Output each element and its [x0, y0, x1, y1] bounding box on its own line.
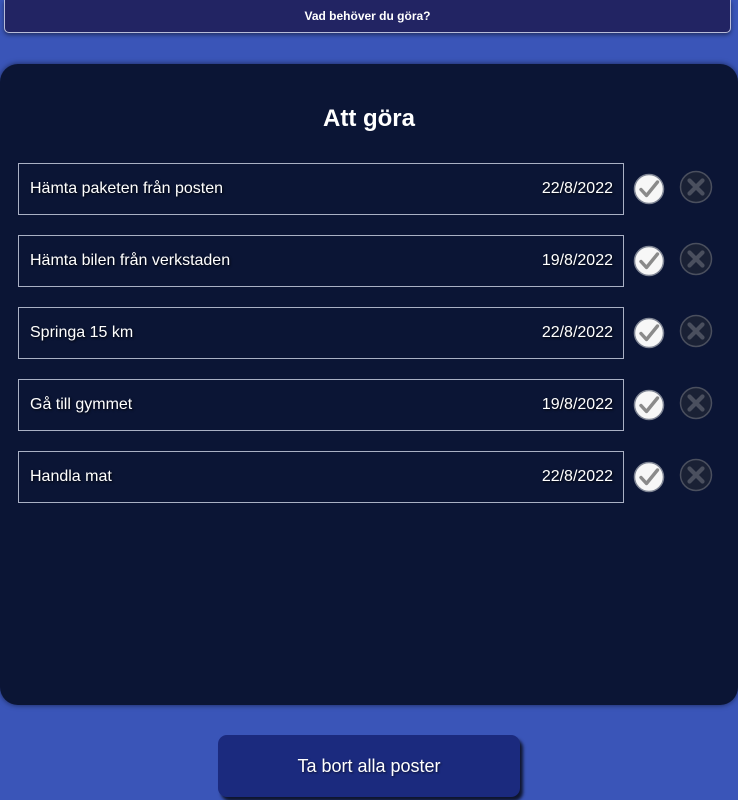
clear-all-button[interactable]: Ta bort alla poster: [218, 735, 520, 797]
todo-item-date: 22/8/2022: [541, 324, 613, 341]
todo-item-date: 19/8/2022: [541, 252, 613, 269]
todo-item-box[interactable]: Gå till gymmet 19/8/2022: [18, 379, 624, 431]
todo-item-date: 22/8/2022: [541, 468, 613, 485]
todo-item-text: Gå till gymmet: [30, 396, 133, 413]
todo-item-text: Hämta paketen från posten: [30, 180, 224, 197]
todo-item-text: Springa 15 km: [30, 324, 134, 341]
todo-item: Hämta paketen från posten 22/8/2022: [0, 163, 738, 215]
close-circle-icon[interactable]: [679, 386, 713, 420]
todo-item-date: 19/8/2022: [541, 396, 613, 413]
todo-item-box[interactable]: Springa 15 km 22/8/2022: [18, 307, 624, 359]
check-circle-icon[interactable]: [633, 173, 665, 205]
todo-item-text: Handla mat: [30, 468, 112, 485]
todo-item: Handla mat 22/8/2022: [0, 451, 738, 503]
close-circle-icon[interactable]: [679, 170, 713, 204]
todo-item: Gå till gymmet 19/8/2022: [0, 379, 738, 431]
check-circle-icon[interactable]: [633, 389, 665, 421]
todo-item-box[interactable]: Handla mat 22/8/2022: [18, 451, 624, 503]
close-circle-icon[interactable]: [679, 458, 713, 492]
new-task-input[interactable]: [4, 0, 731, 33]
todo-item-box[interactable]: Hämta bilen från verkstaden 19/8/2022: [18, 235, 624, 287]
page-title: Att göra: [323, 105, 415, 132]
check-circle-icon[interactable]: [633, 461, 665, 493]
todo-item-text: Hämta bilen från verkstaden: [30, 252, 231, 269]
close-circle-icon[interactable]: [679, 314, 713, 348]
todo-item-date: 22/8/2022: [541, 180, 613, 197]
close-circle-icon[interactable]: [679, 242, 713, 276]
todo-item-box[interactable]: Hämta paketen från posten 22/8/2022: [18, 163, 624, 215]
check-circle-icon[interactable]: [633, 317, 665, 349]
todo-item: Springa 15 km 22/8/2022: [0, 307, 738, 359]
check-circle-icon[interactable]: [633, 245, 665, 277]
todo-item: Hämta bilen från verkstaden 19/8/2022: [0, 235, 738, 287]
